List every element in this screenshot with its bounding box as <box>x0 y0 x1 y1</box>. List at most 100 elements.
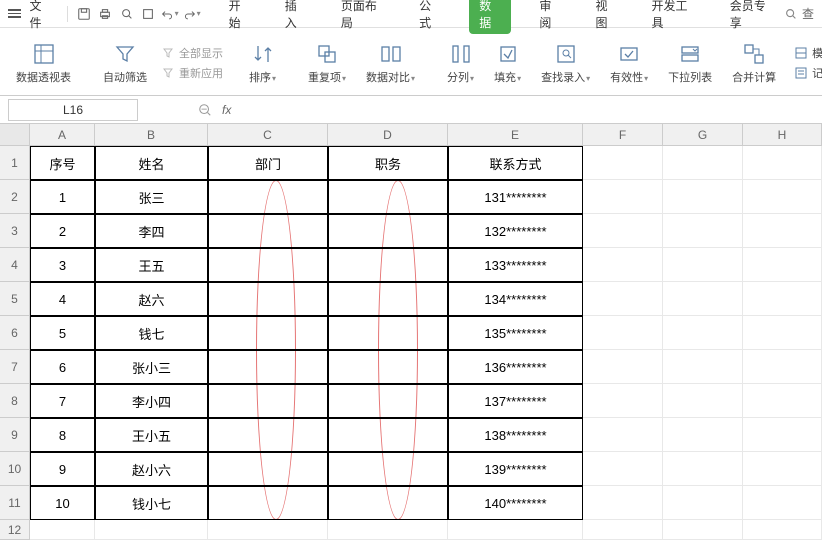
cell[interactable]: 钱小七 <box>95 486 208 520</box>
tab-insert[interactable]: 插入 <box>279 0 313 35</box>
cell[interactable]: 部门 <box>208 146 328 180</box>
search-box[interactable]: 查 <box>784 5 814 22</box>
cell[interactable] <box>328 384 448 418</box>
cell[interactable]: 张三 <box>95 180 208 214</box>
cell[interactable]: 5 <box>30 316 95 350</box>
tab-member[interactable]: 会员专享 <box>724 0 780 35</box>
cell[interactable] <box>743 350 822 384</box>
whatif-button[interactable]: 模拟分析▾ <box>794 45 822 61</box>
cell[interactable] <box>328 486 448 520</box>
cell[interactable] <box>583 316 663 350</box>
col-header-B[interactable]: B <box>95 124 208 145</box>
row-header[interactable]: 10 <box>0 452 30 486</box>
row-header[interactable]: 2 <box>0 180 30 214</box>
tab-formula[interactable]: 公式 <box>413 0 447 35</box>
formula-input[interactable] <box>231 99 822 121</box>
cell[interactable] <box>208 350 328 384</box>
cell[interactable] <box>583 248 663 282</box>
cell[interactable]: 钱七 <box>95 316 208 350</box>
cell[interactable] <box>663 452 743 486</box>
cell[interactable] <box>328 214 448 248</box>
cell[interactable] <box>663 384 743 418</box>
cell[interactable]: 8 <box>30 418 95 452</box>
cell[interactable] <box>95 520 208 540</box>
duplicates-button[interactable]: 重复项▾ <box>302 34 352 92</box>
row-header[interactable]: 5 <box>0 282 30 316</box>
cell[interactable]: 139******** <box>448 452 583 486</box>
zoom-out-icon[interactable] <box>198 103 212 117</box>
tab-page-layout[interactable]: 页面布局 <box>335 0 391 35</box>
cell[interactable] <box>743 486 822 520</box>
hamburger-icon[interactable] <box>8 9 21 18</box>
undo-icon[interactable]: ▾ <box>161 5 179 23</box>
cell[interactable]: 137******** <box>448 384 583 418</box>
cell[interactable] <box>30 520 95 540</box>
cell[interactable] <box>743 520 822 540</box>
row-header[interactable]: 9 <box>0 418 30 452</box>
cell[interactable]: 赵小六 <box>95 452 208 486</box>
spreadsheet[interactable]: A B C D E F G H 1序号姓名部门职务联系方式21张三131****… <box>0 124 822 540</box>
cell[interactable] <box>328 520 448 540</box>
cell[interactable]: 9 <box>30 452 95 486</box>
cell[interactable]: 6 <box>30 350 95 384</box>
cell[interactable] <box>583 418 663 452</box>
output-icon[interactable] <box>139 5 156 23</box>
cell[interactable]: 李小四 <box>95 384 208 418</box>
cell[interactable]: 10 <box>30 486 95 520</box>
cell[interactable]: 赵六 <box>95 282 208 316</box>
file-menu[interactable]: 文件 <box>29 0 52 31</box>
cell[interactable] <box>208 214 328 248</box>
col-header-C[interactable]: C <box>208 124 328 145</box>
cell[interactable]: 4 <box>30 282 95 316</box>
find-entry-button[interactable]: 查找录入▾ <box>535 34 596 92</box>
tab-review[interactable]: 审阅 <box>533 0 567 35</box>
cell[interactable]: 140******** <box>448 486 583 520</box>
cell[interactable] <box>328 452 448 486</box>
cell[interactable] <box>583 180 663 214</box>
cell[interactable]: 134******** <box>448 282 583 316</box>
col-header-G[interactable]: G <box>663 124 743 145</box>
cell[interactable] <box>663 146 743 180</box>
cell[interactable] <box>583 146 663 180</box>
cell[interactable] <box>743 180 822 214</box>
cell[interactable] <box>583 282 663 316</box>
data-compare-button[interactable]: 数据对比▾ <box>360 34 421 92</box>
cell[interactable] <box>663 316 743 350</box>
print-icon[interactable] <box>97 5 114 23</box>
row-header[interactable]: 11 <box>0 486 30 520</box>
consolidate-button[interactable]: 合并计算 <box>726 34 782 92</box>
cell[interactable] <box>663 248 743 282</box>
row-header[interactable]: 3 <box>0 214 30 248</box>
cell[interactable]: 职务 <box>328 146 448 180</box>
tab-view[interactable]: 视图 <box>589 0 623 35</box>
show-all-button[interactable]: 全部显示 <box>161 45 223 61</box>
cell[interactable] <box>663 282 743 316</box>
cell[interactable]: 李四 <box>95 214 208 248</box>
cell[interactable]: 133******** <box>448 248 583 282</box>
fill-button[interactable]: 填充▾ <box>488 34 527 92</box>
fx-icon[interactable]: fx <box>222 103 231 117</box>
cell[interactable] <box>583 384 663 418</box>
cell[interactable] <box>663 418 743 452</box>
cell[interactable]: 2 <box>30 214 95 248</box>
cell[interactable] <box>663 350 743 384</box>
cell[interactable] <box>743 316 822 350</box>
cell[interactable] <box>583 350 663 384</box>
row-header[interactable]: 7 <box>0 350 30 384</box>
cell[interactable]: 136******** <box>448 350 583 384</box>
row-header[interactable]: 8 <box>0 384 30 418</box>
cell[interactable] <box>328 282 448 316</box>
cell[interactable] <box>743 282 822 316</box>
cell[interactable] <box>208 418 328 452</box>
cell[interactable] <box>208 486 328 520</box>
tab-data[interactable]: 数据 <box>469 0 511 34</box>
cell[interactable] <box>663 180 743 214</box>
cell[interactable] <box>743 146 822 180</box>
cell[interactable] <box>583 214 663 248</box>
cell[interactable]: 138******** <box>448 418 583 452</box>
col-header-E[interactable]: E <box>448 124 583 145</box>
cell[interactable] <box>743 418 822 452</box>
cell[interactable]: 135******** <box>448 316 583 350</box>
row-header[interactable]: 4 <box>0 248 30 282</box>
row-header[interactable]: 12 <box>0 520 30 540</box>
